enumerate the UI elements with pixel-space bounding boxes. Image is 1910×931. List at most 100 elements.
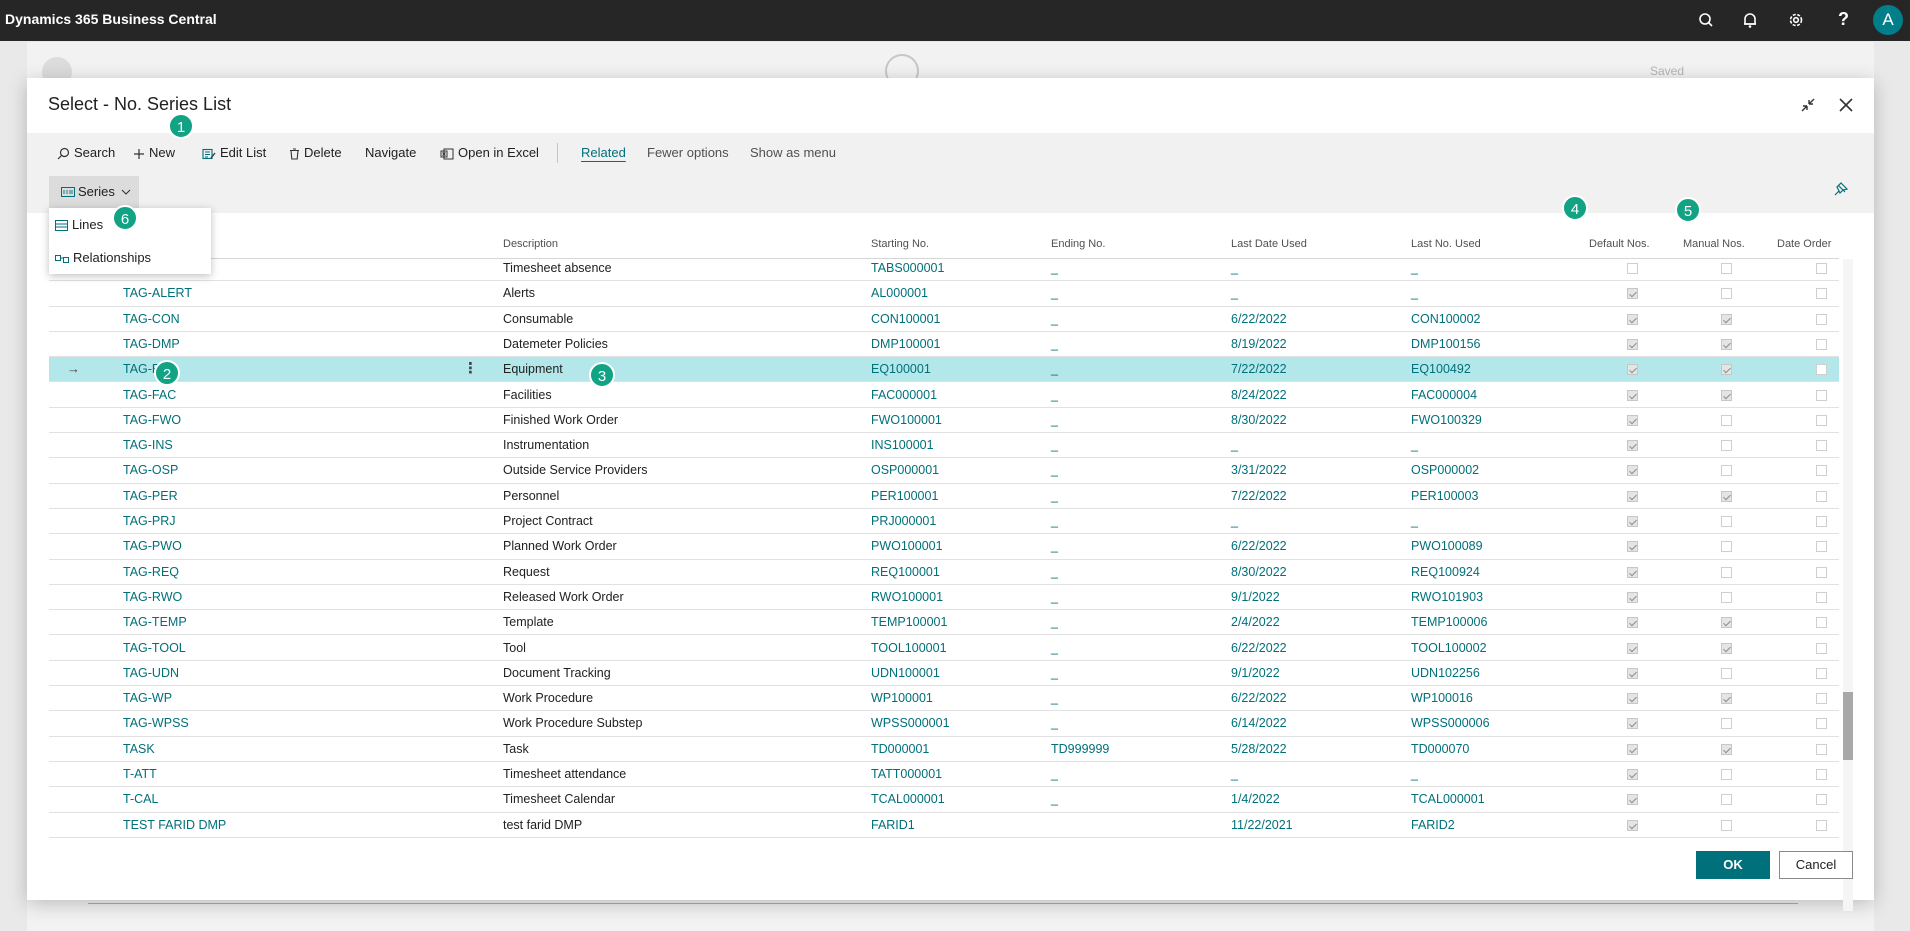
series-code-cell[interactable]: TAG-DMP <box>123 337 180 351</box>
series-code-cell[interactable]: TAG-TEMP <box>123 615 187 629</box>
manual-nos-checkbox[interactable] <box>1721 819 1732 831</box>
date-order-checkbox[interactable] <box>1816 465 1827 477</box>
series-code-cell[interactable]: TAG-OSP <box>123 463 178 477</box>
manual-nos-checkbox[interactable] <box>1721 288 1732 300</box>
description-cell[interactable]: Alerts <box>503 286 535 300</box>
series-code-cell[interactable]: TEST FARID DMP <box>123 818 226 832</box>
description-cell[interactable]: Facilities <box>503 388 552 402</box>
col-description[interactable]: Description <box>503 238 558 250</box>
table-row[interactable]: TAG-PER Personnel PER100001 _ 7/22/2022 PER10… <box>49 484 1839 509</box>
date-order-checkbox[interactable] <box>1816 642 1827 654</box>
description-cell[interactable]: Outside Service Providers <box>503 463 648 477</box>
default-nos-checkbox[interactable] <box>1627 642 1638 654</box>
col-ending-no[interactable]: Ending No. <box>1051 238 1105 250</box>
default-nos-checkbox[interactable] <box>1627 617 1638 629</box>
col-last-no-used[interactable]: Last No. Used <box>1411 238 1481 250</box>
manual-nos-checkbox[interactable] <box>1721 389 1732 401</box>
description-cell[interactable]: Tool <box>503 641 526 655</box>
default-nos-checkbox[interactable] <box>1627 819 1638 831</box>
edit-list-action[interactable]: Edit List <box>202 133 266 173</box>
series-code-cell[interactable]: TAG-PER <box>123 489 178 503</box>
table-row[interactable]: T-ATT Timesheet attendance TATT000001 _ _ _ <box>49 762 1839 788</box>
date-order-checkbox[interactable] <box>1816 364 1827 376</box>
col-last-date-used[interactable]: Last Date Used <box>1231 238 1307 250</box>
series-code-cell[interactable]: TAG-PRJ <box>123 514 176 528</box>
table-row[interactable]: TAG-PWO Planned Work Order PWO100001 _ 6/22/… <box>49 534 1839 560</box>
search-action[interactable]: Search <box>57 133 115 173</box>
manual-nos-checkbox[interactable] <box>1721 364 1732 376</box>
description-cell[interactable]: Timesheet absence <box>503 261 612 275</box>
manual-nos-checkbox[interactable] <box>1721 313 1732 325</box>
description-cell[interactable]: Work Procedure Substep <box>503 716 642 730</box>
manual-nos-checkbox[interactable] <box>1721 642 1732 654</box>
date-order-checkbox[interactable] <box>1816 617 1827 629</box>
fewer-options-action[interactable]: Fewer options <box>647 133 729 173</box>
default-nos-checkbox[interactable] <box>1627 667 1638 679</box>
date-order-checkbox[interactable] <box>1816 591 1827 603</box>
series-code-cell[interactable]: TAG-FAC <box>123 388 176 402</box>
date-order-checkbox[interactable] <box>1816 541 1827 553</box>
default-nos-checkbox[interactable] <box>1627 288 1638 300</box>
date-order-checkbox[interactable] <box>1816 338 1827 350</box>
table-row[interactable]: TAG-CON Consumable CON100001 _ 6/22/2022 CON1… <box>49 307 1839 332</box>
default-nos-checkbox[interactable] <box>1627 718 1638 730</box>
date-order-checkbox[interactable] <box>1816 414 1827 426</box>
col-date-order[interactable]: Date Order <box>1777 238 1831 250</box>
table-row[interactable]: TAG-ALERT Alerts AL000001 _ _ _ <box>49 281 1839 307</box>
date-order-checkbox[interactable] <box>1816 440 1827 452</box>
manual-nos-checkbox[interactable] <box>1721 516 1732 527</box>
new-action[interactable]: New <box>133 133 175 173</box>
gear-icon[interactable] <box>1786 10 1806 30</box>
default-nos-checkbox[interactable] <box>1627 591 1638 603</box>
manual-nos-checkbox[interactable] <box>1721 263 1732 274</box>
series-code-cell[interactable]: TAG-TOOL <box>123 641 186 655</box>
table-row[interactable]: TAG-EQ Equipment EQ100001 _ 7/22/2022 EQ10049… <box>49 357 1839 383</box>
series-code-cell[interactable]: TAG-ALERT <box>123 286 192 300</box>
table-row[interactable]: T-ABSTimesheet absenceTABS000001___ <box>49 259 1839 282</box>
series-code-cell[interactable]: TAG-WPSS <box>123 716 189 730</box>
date-order-checkbox[interactable] <box>1816 313 1827 325</box>
table-row[interactable]: TEST FARID DMP test farid DMP FARID1 11/22/… <box>49 813 1839 838</box>
ok-button[interactable]: OK <box>1696 851 1770 879</box>
manual-nos-checkbox[interactable] <box>1721 591 1732 603</box>
description-cell[interactable]: Planned Work Order <box>503 539 617 553</box>
col-manual-nos[interactable]: Manual Nos. <box>1683 238 1745 250</box>
manual-nos-checkbox[interactable] <box>1721 693 1732 705</box>
series-code-cell[interactable]: TAG-RWO <box>123 590 182 604</box>
pin-icon[interactable] <box>1831 181 1849 199</box>
date-order-checkbox[interactable] <box>1816 516 1827 527</box>
date-order-checkbox[interactable] <box>1816 263 1827 274</box>
default-nos-checkbox[interactable] <box>1627 263 1638 274</box>
help-icon[interactable]: ? <box>1838 9 1858 29</box>
description-cell[interactable]: Datemeter Policies <box>503 337 608 351</box>
open-in-excel-action[interactable]: Open in Excel <box>440 133 539 173</box>
manual-nos-checkbox[interactable] <box>1721 465 1732 477</box>
manual-nos-checkbox[interactable] <box>1721 617 1732 629</box>
default-nos-checkbox[interactable] <box>1627 414 1638 426</box>
default-nos-checkbox[interactable] <box>1627 338 1638 350</box>
date-order-checkbox[interactable] <box>1816 743 1827 755</box>
table-row[interactable]: TAG-WP Work Procedure WP100001 _ 6/22/2022 WP… <box>49 686 1839 712</box>
table-row[interactable]: TAG-UDN Document Tracking UDN100001 _ 9/1/20… <box>49 661 1839 687</box>
table-row[interactable]: TAG-TEMP Template TEMP100001 _ 2/4/2022 TEMP1… <box>49 610 1839 636</box>
description-cell[interactable]: Consumable <box>503 312 573 326</box>
manual-nos-checkbox[interactable] <box>1721 794 1732 806</box>
description-cell[interactable]: Timesheet attendance <box>503 767 626 781</box>
search-icon[interactable] <box>1696 10 1716 30</box>
series-code-cell[interactable]: T-ATT <box>123 767 157 781</box>
series-code-cell[interactable]: TAG-FWO <box>123 413 181 427</box>
manual-nos-checkbox[interactable] <box>1721 490 1732 502</box>
description-cell[interactable]: Template <box>503 615 554 629</box>
close-icon[interactable] <box>1837 96 1855 114</box>
show-as-menu-action[interactable]: Show as menu <box>750 133 836 173</box>
default-nos-checkbox[interactable] <box>1627 566 1638 578</box>
series-code-cell[interactable]: TAG-REQ <box>123 565 179 579</box>
description-cell[interactable]: Equipment <box>503 362 563 376</box>
scrollbar-thumb[interactable] <box>1843 692 1853 760</box>
description-cell[interactable]: Finished Work Order <box>503 413 618 427</box>
description-cell[interactable]: Work Procedure <box>503 691 593 705</box>
default-nos-checkbox[interactable] <box>1627 389 1638 401</box>
manual-nos-checkbox[interactable] <box>1721 338 1732 350</box>
col-starting-no[interactable]: Starting No. <box>871 238 929 250</box>
series-code-cell[interactable]: TAG-CON <box>123 312 180 326</box>
